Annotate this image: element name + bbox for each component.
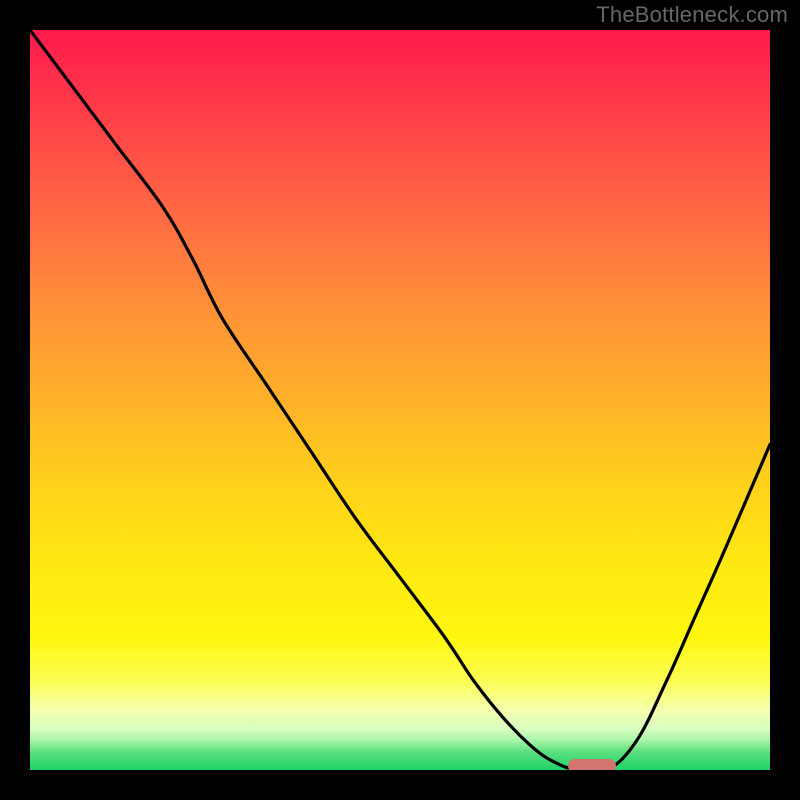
bottleneck-curve xyxy=(30,30,770,770)
chart-frame: TheBottleneck.com xyxy=(0,0,800,800)
watermark-text: TheBottleneck.com xyxy=(596,2,788,28)
plot-area xyxy=(30,30,770,770)
optimum-marker xyxy=(568,759,616,770)
